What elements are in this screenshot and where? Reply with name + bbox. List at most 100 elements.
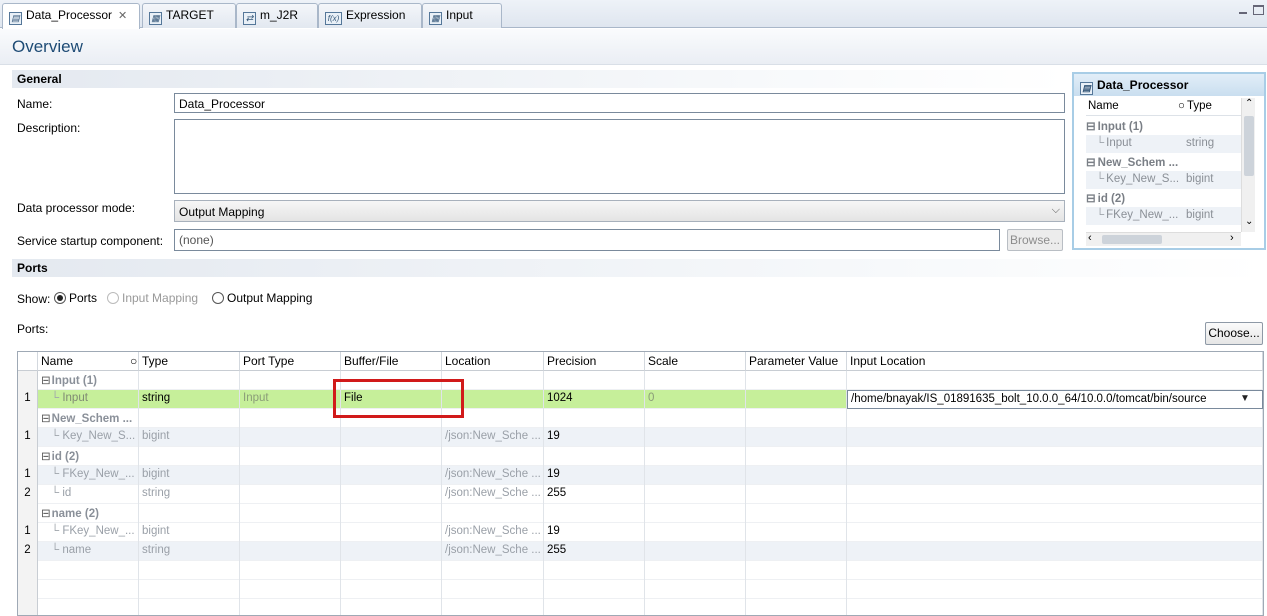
cell-port-type[interactable] bbox=[240, 409, 341, 428]
cell-input-location[interactable] bbox=[847, 523, 1263, 542]
cell-type[interactable]: string bbox=[139, 542, 240, 561]
table-row[interactable]: 1 └ FKey_New_... bigint/json:New_Sche ... 1… bbox=[18, 523, 1263, 542]
cell-scale[interactable] bbox=[645, 466, 746, 485]
cell-location[interactable]: /json:New_Sche ... bbox=[442, 485, 544, 504]
cell-input-location[interactable] bbox=[847, 447, 1263, 466]
cell-location[interactable]: /json:New_Sche ... bbox=[442, 466, 544, 485]
cell-scale[interactable]: 0 bbox=[645, 390, 746, 409]
cell-type[interactable] bbox=[139, 409, 240, 428]
cell-param[interactable] bbox=[746, 485, 847, 504]
tab-input[interactable]: ▦ Input bbox=[422, 3, 502, 28]
cell-type[interactable] bbox=[139, 447, 240, 466]
preview-port-row[interactable]: └ FKey_New_... bigint bbox=[1086, 207, 1241, 225]
cell-scale[interactable] bbox=[645, 485, 746, 504]
cell-type[interactable]: string bbox=[139, 485, 240, 504]
preview-group-row[interactable]: ⊟ id (2) bbox=[1086, 189, 1241, 207]
cell-name[interactable]: ⊟id (2) bbox=[38, 447, 139, 466]
cell-precision[interactable]: 255 bbox=[544, 542, 645, 561]
cell-name[interactable]: ⊟New_Schem ... bbox=[38, 409, 139, 428]
cell-port-type[interactable] bbox=[240, 485, 341, 504]
description-field[interactable] bbox=[174, 119, 1065, 194]
cell-input-location[interactable]: /home/bnayak/IS_01891635_bolt_10.0.0_64/… bbox=[847, 390, 1263, 409]
preview-horizontal-scrollbar[interactable]: ‹ › bbox=[1086, 232, 1241, 246]
cell-name[interactable]: └ Key_New_S... bbox=[38, 428, 139, 447]
cell-scale[interactable] bbox=[645, 409, 746, 428]
cell-buffer[interactable] bbox=[341, 523, 442, 542]
col-header-location[interactable]: Location bbox=[442, 352, 544, 371]
cell-precision[interactable]: 255 bbox=[544, 485, 645, 504]
cell-location[interactable]: /json:New_Sche ... bbox=[442, 542, 544, 561]
tab-expression[interactable]: f(x) Expression bbox=[318, 3, 422, 28]
cell-type[interactable]: string bbox=[139, 390, 240, 409]
cell-buffer[interactable] bbox=[341, 447, 442, 466]
table-row[interactable]: 2 └ id string/json:New_Sche ... 255 bbox=[18, 485, 1263, 504]
cell-scale[interactable] bbox=[645, 542, 746, 561]
cell-param[interactable] bbox=[746, 371, 847, 390]
cell-input-location[interactable] bbox=[847, 542, 1263, 561]
preview-group-row[interactable]: ⊟ Input (1) bbox=[1086, 117, 1241, 135]
cell-scale[interactable] bbox=[645, 371, 746, 390]
collapse-icon[interactable]: ⊟ bbox=[1086, 193, 1096, 205]
cell-param[interactable] bbox=[746, 504, 847, 523]
cell-input-location[interactable] bbox=[847, 371, 1263, 390]
scrollbar-thumb[interactable] bbox=[1244, 116, 1254, 176]
scrollbar-thumb[interactable] bbox=[1102, 235, 1162, 244]
col-header-name[interactable]: Name ○ bbox=[38, 352, 139, 371]
show-radio-output-mapping[interactable]: Output Mapping bbox=[212, 291, 312, 305]
cell-name[interactable]: └ FKey_New_... bbox=[38, 523, 139, 542]
cell-precision[interactable] bbox=[544, 447, 645, 466]
browse-button[interactable]: Browse... bbox=[1007, 229, 1063, 251]
cell-buffer[interactable] bbox=[341, 542, 442, 561]
cell-param[interactable] bbox=[746, 428, 847, 447]
col-header-parameter-value[interactable]: Parameter Value bbox=[746, 352, 847, 371]
collapse-icon[interactable]: ⊟ bbox=[1086, 157, 1096, 169]
tab-data-processor[interactable]: ▤ Data_Processor ✕ bbox=[2, 3, 140, 29]
scroll-right-icon[interactable]: › bbox=[1230, 232, 1234, 244]
table-row[interactable]: 1 └ Input string Input File 1024 0/home/bnayak… bbox=[18, 390, 1263, 409]
cell-buffer[interactable] bbox=[341, 466, 442, 485]
preview-group-row[interactable]: ⊟ New_Schem ... bbox=[1086, 153, 1241, 171]
cell-port-type[interactable] bbox=[240, 523, 341, 542]
close-icon[interactable]: ✕ bbox=[118, 9, 127, 22]
group-row[interactable]: ⊟Input (1) bbox=[18, 371, 1263, 390]
scroll-left-icon[interactable]: ‹ bbox=[1088, 232, 1092, 244]
preview-port-row[interactable]: └ Key_New_S... bigint bbox=[1086, 171, 1241, 189]
cell-param[interactable] bbox=[746, 523, 847, 542]
cell-input-location[interactable] bbox=[847, 409, 1263, 428]
cell-port-type[interactable] bbox=[240, 504, 341, 523]
cell-location[interactable]: /json:New_Sche ... bbox=[442, 428, 544, 447]
group-row[interactable]: ⊟New_Schem ... bbox=[18, 409, 1263, 428]
cell-precision[interactable]: 19 bbox=[544, 466, 645, 485]
cell-input-location[interactable] bbox=[847, 504, 1263, 523]
cell-port-type[interactable] bbox=[240, 542, 341, 561]
cell-name[interactable]: └ Input bbox=[38, 390, 139, 409]
cell-param[interactable] bbox=[746, 542, 847, 561]
table-row[interactable]: 1 └ Key_New_S... bigint/json:New_Sche ... 1… bbox=[18, 428, 1263, 447]
cell-precision[interactable] bbox=[544, 371, 645, 390]
maximize-button[interactable] bbox=[1253, 5, 1264, 15]
col-header-input-location[interactable]: Input Location bbox=[847, 352, 1263, 371]
cell-port-type[interactable] bbox=[240, 428, 341, 447]
group-row[interactable]: ⊟name (2) bbox=[18, 504, 1263, 523]
col-header-buffer-file[interactable]: Buffer/File bbox=[341, 352, 442, 371]
scroll-down-icon[interactable]: ⌄ bbox=[1245, 216, 1253, 227]
collapse-icon[interactable]: ⊟ bbox=[41, 413, 51, 425]
collapse-icon[interactable]: ⊟ bbox=[41, 451, 51, 463]
cell-precision[interactable]: 1024 bbox=[544, 390, 645, 409]
cell-buffer[interactable] bbox=[341, 504, 442, 523]
col-header-precision[interactable]: Precision bbox=[544, 352, 645, 371]
cell-type[interactable] bbox=[139, 371, 240, 390]
minimize-button[interactable] bbox=[1236, 5, 1250, 17]
cell-param[interactable] bbox=[746, 447, 847, 466]
collapse-icon[interactable]: ⊟ bbox=[1086, 121, 1096, 133]
cell-port-type[interactable] bbox=[240, 466, 341, 485]
cell-type[interactable]: bigint bbox=[139, 428, 240, 447]
cell-location[interactable] bbox=[442, 447, 544, 466]
cell-scale[interactable] bbox=[645, 504, 746, 523]
cell-precision[interactable]: 19 bbox=[544, 428, 645, 447]
startup-field[interactable]: (none) bbox=[174, 229, 1000, 251]
cell-input-location[interactable] bbox=[847, 428, 1263, 447]
cell-scale[interactable] bbox=[645, 523, 746, 542]
tab-m-j2r[interactable]: ⇄ m_J2R bbox=[236, 3, 318, 28]
cell-param[interactable] bbox=[746, 409, 847, 428]
